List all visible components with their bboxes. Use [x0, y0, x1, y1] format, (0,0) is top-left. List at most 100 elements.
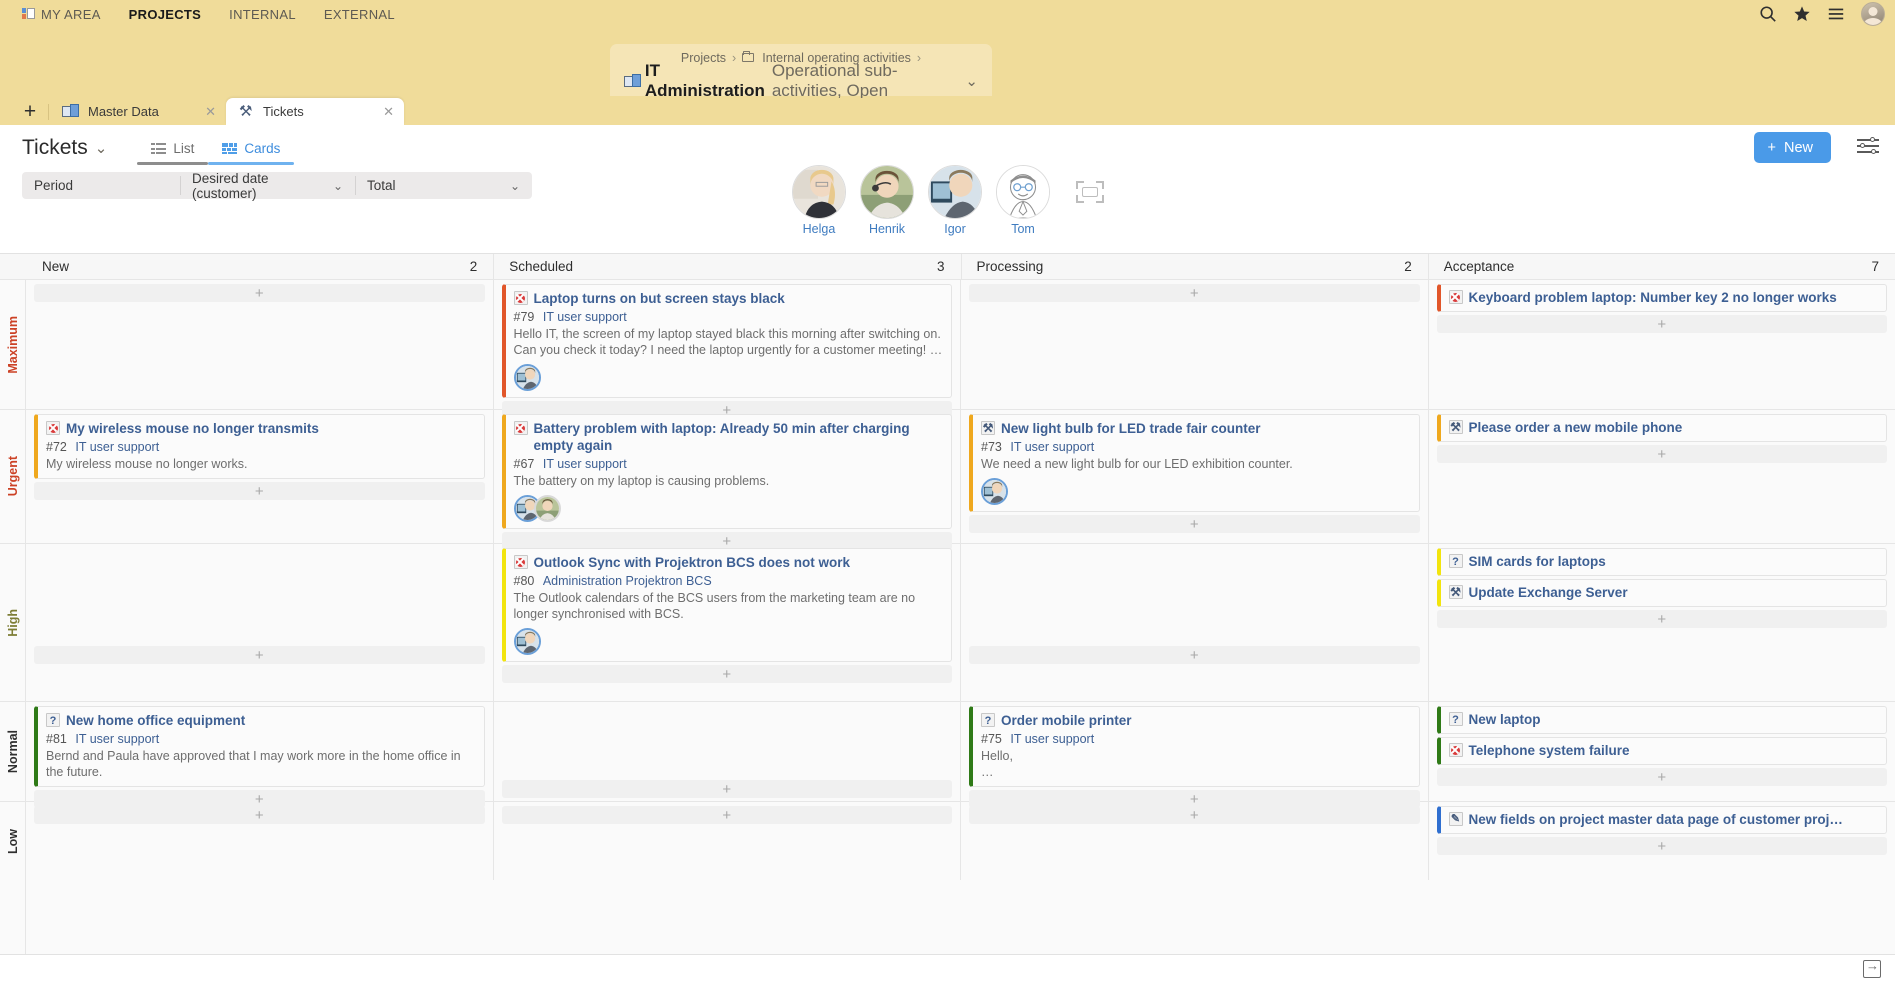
add-card-button[interactable]: +	[502, 665, 953, 683]
cell-urgent-scheduled[interactable]: Battery problem with laptop: Already 50 …	[494, 410, 962, 543]
export-icon[interactable]	[1863, 960, 1881, 978]
nav-item-internal[interactable]: INTERNAL	[215, 0, 310, 28]
nav-item-external[interactable]: EXTERNAL	[310, 0, 409, 28]
cell-high-acceptance[interactable]: ? SIM cards for laptops ⚒ Update Exchang…	[1429, 544, 1895, 701]
tab-master-data[interactable]: Master Data ✕	[48, 98, 226, 125]
column-header-new[interactable]: New 2	[26, 254, 493, 279]
cell-normal-acceptance[interactable]: ? New laptop Telephone system failure +	[1429, 702, 1895, 801]
cell-urgent-acceptance[interactable]: ⚒ Please order a new mobile phone +	[1429, 410, 1895, 543]
column-header-processing[interactable]: Processing 2	[961, 254, 1428, 279]
tab-view-list[interactable]: List	[137, 131, 208, 165]
ticket-card[interactable]: ? New home office equipment #81 IT user …	[34, 706, 485, 787]
tab-view-list-label: List	[173, 141, 194, 156]
person-helga[interactable]: Helga	[790, 165, 848, 236]
tab-tickets[interactable]: Tickets ✕	[226, 98, 404, 125]
card-category[interactable]: IT user support	[75, 440, 159, 454]
cell-high-scheduled[interactable]: Outlook Sync with Projektron BCS does no…	[494, 544, 962, 701]
add-card-button[interactable]: +	[1437, 837, 1888, 855]
add-card-button[interactable]: +	[969, 515, 1420, 533]
filter-total[interactable]: Total ⌄	[355, 172, 532, 199]
ticket-card[interactable]: Battery problem with laptop: Already 50 …	[502, 414, 953, 529]
cell-normal-scheduled[interactable]: +	[494, 702, 962, 801]
person-igor[interactable]: Igor	[926, 165, 984, 236]
add-card-button[interactable]: +	[969, 284, 1420, 302]
add-card-button[interactable]: +	[969, 646, 1420, 664]
ticket-card[interactable]: ⚒ Update Exchange Server	[1437, 579, 1888, 607]
filter-desired-date[interactable]: Desired date (customer) ⌄	[180, 172, 355, 199]
add-card-button[interactable]: +	[1437, 768, 1888, 786]
cell-normal-processing[interactable]: ? Order mobile printer #75 IT user suppo…	[961, 702, 1429, 801]
cell-maximum-processing[interactable]: +	[961, 280, 1429, 409]
avatar[interactable]	[514, 628, 541, 655]
add-tab-button[interactable]: +	[12, 98, 48, 125]
page-title[interactable]: Tickets ⌄	[22, 136, 107, 160]
add-card-button[interactable]: +	[34, 482, 485, 500]
cell-maximum-acceptance[interactable]: Keyboard problem laptop: Number key 2 no…	[1429, 280, 1895, 409]
ticket-card[interactable]: ? Order mobile printer #75 IT user suppo…	[969, 706, 1420, 787]
column-header-scheduled[interactable]: Scheduled 3	[493, 254, 960, 279]
list-icon	[151, 143, 166, 154]
cell-maximum-scheduled[interactable]: Laptop turns on but screen stays black #…	[494, 280, 962, 409]
add-card-button[interactable]: +	[34, 646, 485, 664]
placeholder-avatar-icon[interactable]	[1076, 181, 1104, 203]
cell-urgent-new[interactable]: My wireless mouse no longer transmits #7…	[26, 410, 494, 543]
filter-period[interactable]: Period	[22, 172, 180, 199]
cell-low-scheduled[interactable]: +	[494, 802, 962, 880]
page-title-context[interactable]: IT Administration Operational sub-activi…	[624, 66, 978, 96]
cell-high-new[interactable]: +	[26, 544, 494, 701]
cell-low-processing[interactable]: +	[961, 802, 1429, 880]
avatar[interactable]	[534, 495, 561, 522]
card-category[interactable]: IT user support	[543, 310, 627, 324]
close-icon[interactable]: ✕	[383, 104, 394, 120]
card-category[interactable]: IT user support	[1010, 732, 1094, 746]
ticket-card[interactable]: ? SIM cards for laptops	[1437, 548, 1888, 576]
cell-low-new[interactable]: +	[26, 802, 494, 880]
ticket-card[interactable]: ✎ New fields on project master data page…	[1437, 806, 1888, 834]
person-tom[interactable]: Tom	[994, 165, 1052, 236]
nav-item-my-area[interactable]: MY AREA	[18, 0, 115, 28]
nav-item-projects[interactable]: PROJECTS	[115, 0, 215, 28]
add-card-button[interactable]: +	[1437, 445, 1888, 463]
person-henrik-label: Henrik	[858, 222, 916, 236]
add-card-button[interactable]: +	[502, 780, 953, 798]
add-card-button[interactable]: +	[969, 806, 1420, 824]
avatar[interactable]	[981, 478, 1008, 505]
add-card-button[interactable]: +	[34, 806, 485, 824]
card-category[interactable]: IT user support	[1010, 440, 1094, 454]
cell-urgent-processing[interactable]: ⚒ New light bulb for LED trade fair coun…	[961, 410, 1429, 543]
ticket-card[interactable]: ? New laptop	[1437, 706, 1888, 734]
cell-maximum-new[interactable]: +	[26, 280, 494, 409]
project-context-card[interactable]: Projects › Internal operating activities…	[610, 44, 992, 96]
card-category[interactable]: IT user support	[75, 732, 159, 746]
column-header-acceptance[interactable]: Acceptance 7	[1428, 254, 1895, 279]
priority-normal-label: Normal	[6, 730, 20, 773]
card-category[interactable]: IT user support	[543, 457, 627, 471]
add-card-button[interactable]: +	[502, 806, 953, 824]
chevron-down-icon[interactable]: ⌄	[965, 72, 978, 90]
ticket-card[interactable]: My wireless mouse no longer transmits #7…	[34, 414, 485, 479]
add-card-button[interactable]: +	[1437, 610, 1888, 628]
ticket-card[interactable]: Telephone system failure	[1437, 737, 1888, 765]
add-card-button[interactable]: +	[1437, 315, 1888, 333]
card-category[interactable]: Administration Projektron BCS	[543, 574, 712, 588]
search-icon[interactable]	[1759, 5, 1777, 23]
ticket-card[interactable]: Laptop turns on but screen stays black #…	[502, 284, 953, 398]
tab-view-cards[interactable]: Cards	[208, 131, 294, 165]
star-icon[interactable]	[1793, 5, 1811, 23]
ticket-card[interactable]: ⚒ New light bulb for LED trade fair coun…	[969, 414, 1420, 512]
avatar[interactable]	[514, 364, 541, 391]
ticket-card[interactable]: Keyboard problem laptop: Number key 2 no…	[1437, 284, 1888, 312]
close-icon[interactable]: ✕	[205, 104, 216, 120]
person-henrik[interactable]: Henrik	[858, 165, 916, 236]
new-button[interactable]: + New	[1754, 132, 1831, 163]
cell-high-processing[interactable]: +	[961, 544, 1429, 701]
settings-sliders-icon[interactable]	[1855, 135, 1881, 159]
user-avatar[interactable]	[1861, 2, 1885, 26]
cell-normal-new[interactable]: ? New home office equipment #81 IT user …	[26, 702, 494, 801]
chevron-down-icon[interactable]: ⌄	[95, 139, 108, 157]
add-card-button[interactable]: +	[34, 284, 485, 302]
cell-low-acceptance[interactable]: ✎ New fields on project master data page…	[1429, 802, 1895, 880]
ticket-card[interactable]: ⚒ Please order a new mobile phone	[1437, 414, 1888, 442]
ticket-card[interactable]: Outlook Sync with Projektron BCS does no…	[502, 548, 953, 662]
hamburger-menu-icon[interactable]	[1827, 5, 1845, 23]
